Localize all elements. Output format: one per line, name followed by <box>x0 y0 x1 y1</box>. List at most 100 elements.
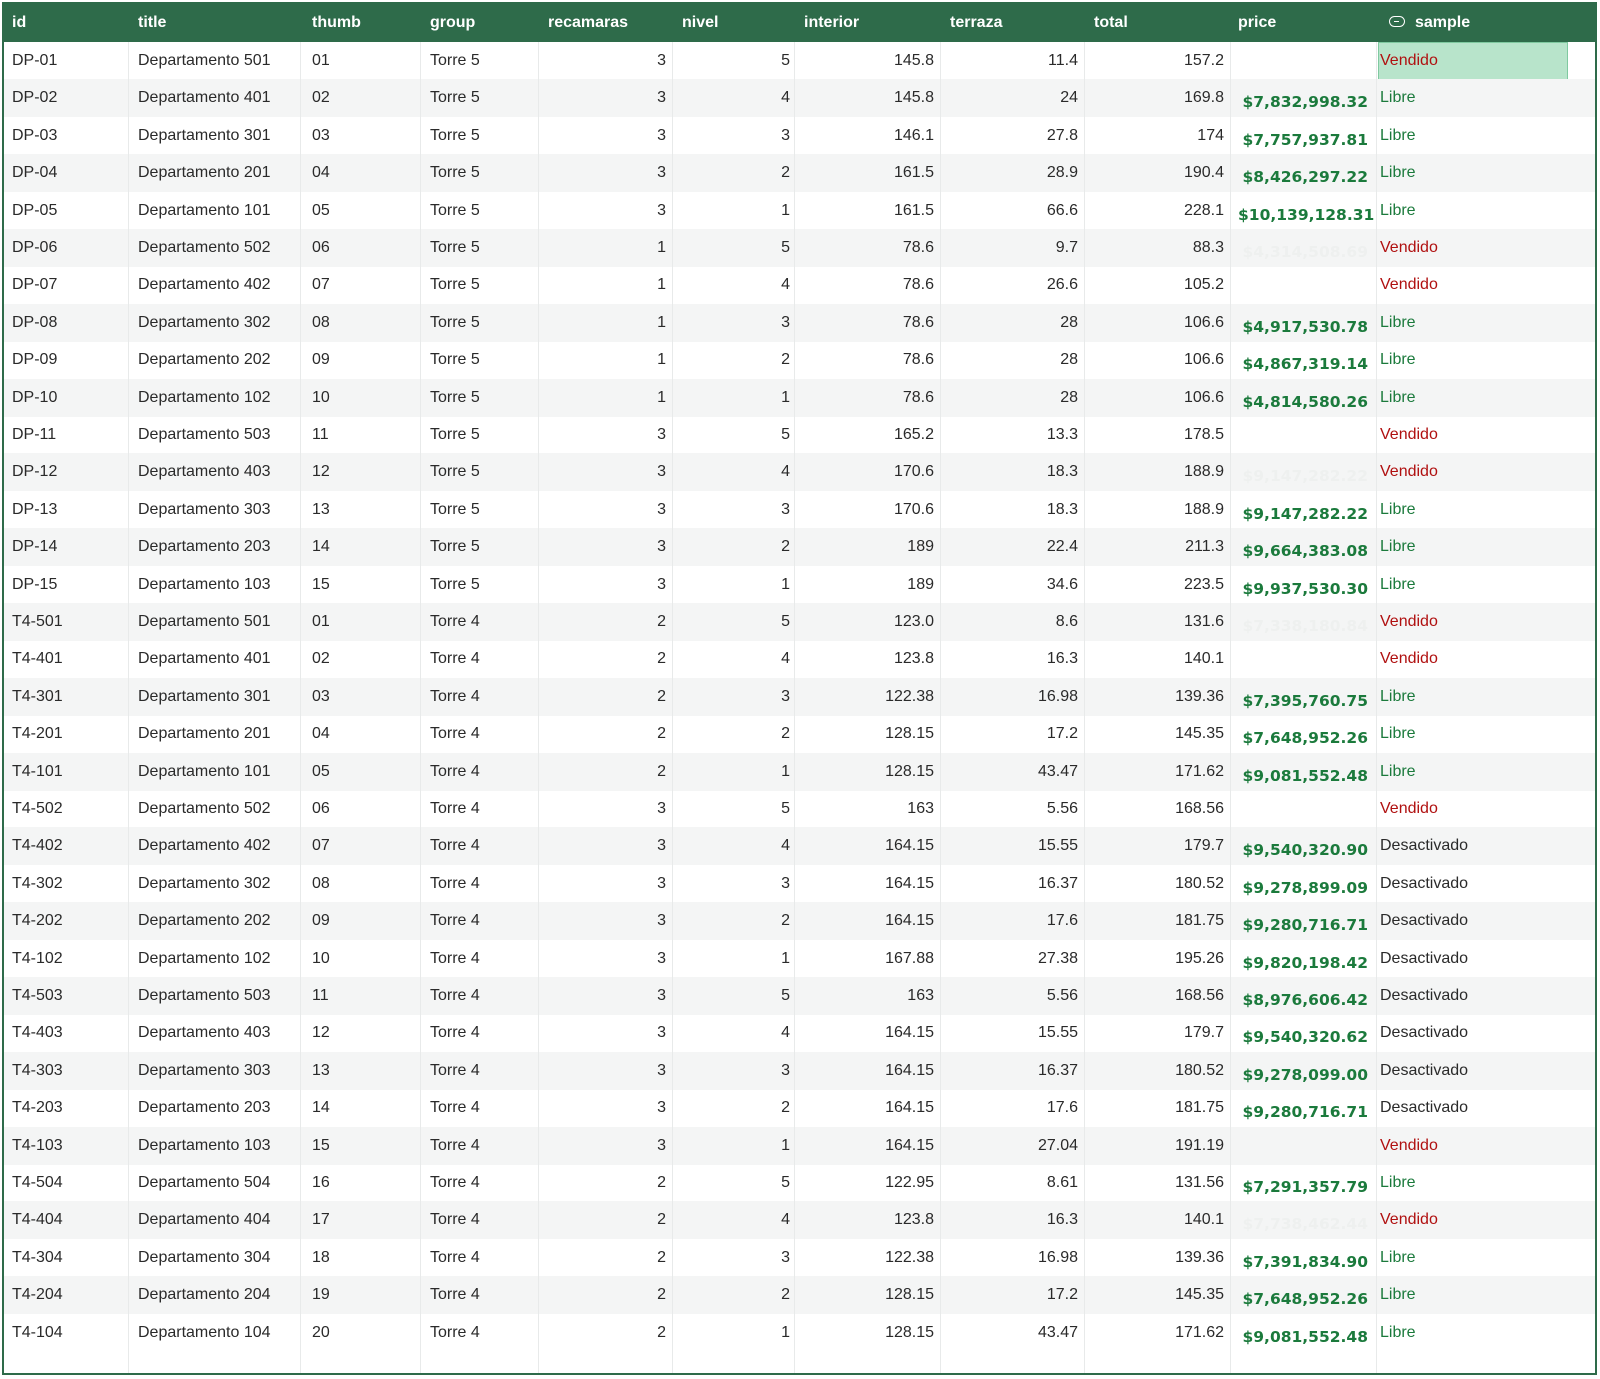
cell-interior[interactable]: 161.5 <box>804 192 934 230</box>
cell-terraza[interactable]: 26.6 <box>950 266 1078 304</box>
status-badge[interactable]: Desactivado <box>1380 865 1570 903</box>
cell-title[interactable]: Departamento 504 <box>138 1164 298 1202</box>
cell-total[interactable]: 223.5 <box>1094 566 1224 604</box>
cell-group[interactable]: Torre 4 <box>430 603 530 641</box>
cell-id[interactable]: T4-404 <box>12 1201 122 1239</box>
cell-nivel[interactable]: 2 <box>682 715 790 753</box>
cell-price[interactable]: $9,937,530.30 <box>1238 566 1368 604</box>
column-header-price[interactable]: price <box>1238 4 1276 42</box>
cell-nivel[interactable]: 1 <box>682 940 790 978</box>
cell-interior[interactable]: 122.38 <box>804 678 934 716</box>
table-row[interactable]: T4-303 Departamento 303 13 Torre 4 3 3 164.15 1… <box>4 1051 1595 1090</box>
cell-terraza[interactable]: 27.8 <box>950 117 1078 155</box>
cell-title[interactable]: Departamento 304 <box>138 1239 298 1277</box>
status-badge[interactable]: Libre <box>1380 1239 1570 1277</box>
cell-title[interactable]: Departamento 302 <box>138 304 298 342</box>
cell-id[interactable]: T4-204 <box>12 1276 122 1314</box>
cell-total[interactable]: 188.9 <box>1094 453 1224 491</box>
cell-total[interactable]: 179.7 <box>1094 827 1224 865</box>
cell-group[interactable]: Torre 5 <box>430 79 530 117</box>
status-badge[interactable]: Vendido <box>1380 603 1570 641</box>
cell-recamaras[interactable]: 3 <box>548 1052 666 1090</box>
status-badge[interactable]: Vendido <box>1380 453 1570 491</box>
status-badge[interactable]: Libre <box>1380 715 1570 753</box>
cell-interior[interactable]: 128.15 <box>804 753 934 791</box>
table-row[interactable]: DP-02 Departamento 401 02 Torre 5 3 4 145.8 24 1… <box>4 79 1595 118</box>
status-badge[interactable]: Libre <box>1380 528 1570 566</box>
status-badge[interactable]: Desactivado <box>1380 977 1570 1015</box>
cell-interior[interactable]: 164.15 <box>804 1014 934 1052</box>
cell-title[interactable]: Departamento 104 <box>138 1314 298 1352</box>
cell-price[interactable]: $7,648,952.26 <box>1238 1276 1368 1314</box>
cell-thumb[interactable]: 05 <box>312 753 412 791</box>
cell-thumb[interactable]: 09 <box>312 902 412 940</box>
cell-price[interactable] <box>1238 266 1368 304</box>
cell-title[interactable]: Departamento 502 <box>138 790 298 828</box>
cell-total[interactable]: 181.75 <box>1094 902 1224 940</box>
cell-id[interactable]: T4-502 <box>12 790 122 828</box>
cell-terraza[interactable]: 5.56 <box>950 790 1078 828</box>
cell-group[interactable]: Torre 4 <box>430 1014 530 1052</box>
cell-id[interactable]: T4-304 <box>12 1239 122 1277</box>
cell-price[interactable]: $9,540,320.90 <box>1238 827 1368 865</box>
cell-title[interactable]: Departamento 201 <box>138 154 298 192</box>
cell-terraza[interactable]: 13.3 <box>950 416 1078 454</box>
cell-thumb[interactable]: 07 <box>312 827 412 865</box>
cell-total[interactable]: 195.26 <box>1094 940 1224 978</box>
cell-total[interactable]: 140.1 <box>1094 1201 1224 1239</box>
table-row[interactable]: DP-08 Departamento 302 08 Torre 5 1 3 78.6 28 10… <box>4 303 1595 342</box>
cell-terraza[interactable]: 27.38 <box>950 940 1078 978</box>
table-row[interactable]: DP-14 Departamento 203 14 Torre 5 3 2 189 22.4 2… <box>4 528 1595 567</box>
cell-thumb[interactable]: 03 <box>312 117 412 155</box>
cell-title[interactable]: Departamento 101 <box>138 192 298 230</box>
cell-interior[interactable]: 78.6 <box>804 229 934 267</box>
column-header-sample[interactable]: sample <box>1389 4 1470 42</box>
status-badge[interactable]: Libre <box>1380 304 1570 342</box>
cell-interior[interactable]: 164.15 <box>804 1127 934 1165</box>
table-row[interactable]: T4-502 Departamento 502 06 Torre 4 3 5 163 5.56… <box>4 790 1595 828</box>
cell-interior[interactable]: 164.15 <box>804 1052 934 1090</box>
status-badge[interactable]: Libre <box>1380 341 1570 379</box>
cell-nivel[interactable]: 2 <box>682 341 790 379</box>
cell-id[interactable]: DP-01 <box>12 42 122 80</box>
status-badge[interactable]: Libre <box>1380 753 1570 791</box>
cell-nivel[interactable]: 1 <box>682 753 790 791</box>
status-badge[interactable]: Libre <box>1380 678 1570 716</box>
cell-interior[interactable]: 128.15 <box>804 1314 934 1352</box>
status-badge[interactable]: Vendido <box>1380 42 1570 80</box>
cell-terraza[interactable]: 34.6 <box>950 566 1078 604</box>
column-header-id[interactable]: id <box>12 4 26 42</box>
table-row[interactable]: T4-201 Departamento 201 04 Torre 4 2 2 128.15 1… <box>4 715 1595 753</box>
cell-recamaras[interactable]: 2 <box>548 640 666 678</box>
cell-thumb[interactable]: 10 <box>312 940 412 978</box>
cell-price[interactable] <box>1238 640 1368 678</box>
cell-nivel[interactable]: 3 <box>682 491 790 529</box>
cell-price[interactable]: $8,426,297.22 <box>1238 154 1368 192</box>
cell-terraza[interactable]: 8.61 <box>950 1164 1078 1202</box>
cell-price[interactable]: $9,280,716.71 <box>1238 1089 1368 1127</box>
cell-recamaras[interactable]: 3 <box>548 42 666 80</box>
table-row[interactable]: DP-13 Departamento 303 13 Torre 5 3 3 170.6 18.… <box>4 491 1595 529</box>
cell-id[interactable]: T4-101 <box>12 753 122 791</box>
column-header-nivel[interactable]: nivel <box>682 4 718 42</box>
cell-id[interactable]: T4-301 <box>12 678 122 716</box>
table-row[interactable]: DP-04 Departamento 201 04 Torre 5 3 2 161.5 28.… <box>4 154 1595 193</box>
cell-id[interactable]: T4-504 <box>12 1164 122 1202</box>
status-badge[interactable]: Libre <box>1380 1164 1570 1202</box>
cell-thumb[interactable]: 17 <box>312 1201 412 1239</box>
cell-price[interactable]: $7,391,834.90 <box>1238 1239 1368 1277</box>
cell-id[interactable]: DP-07 <box>12 266 122 304</box>
cell-id[interactable]: DP-10 <box>12 379 122 417</box>
cell-recamaras[interactable]: 1 <box>548 341 666 379</box>
cell-total[interactable]: 169.8 <box>1094 79 1224 117</box>
cell-interior[interactable]: 123.8 <box>804 1201 934 1239</box>
table-row[interactable]: DP-09 Departamento 202 09 Torre 5 1 2 78.6 28 10… <box>4 341 1595 379</box>
cell-total[interactable]: 188.9 <box>1094 491 1224 529</box>
cell-interior[interactable]: 78.6 <box>804 341 934 379</box>
cell-price[interactable]: $9,664,383.08 <box>1238 528 1368 566</box>
cell-interior[interactable]: 165.2 <box>804 416 934 454</box>
cell-price[interactable]: $9,820,198.42 <box>1238 940 1368 978</box>
cell-recamaras[interactable]: 1 <box>548 304 666 342</box>
cell-price[interactable]: $7,757,937.81 <box>1238 117 1368 155</box>
cell-recamaras[interactable]: 3 <box>548 192 666 230</box>
